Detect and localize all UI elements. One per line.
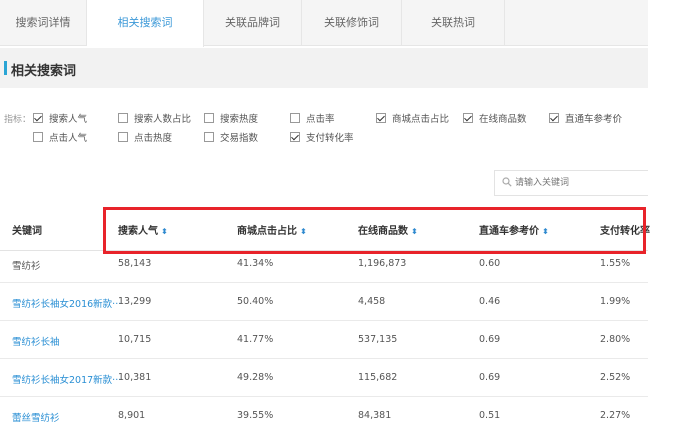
keyword-link[interactable]: 蕾丝雪纺衫 [12, 410, 60, 424]
mall-click-share-cell: 50.40% [237, 296, 274, 307]
mall-click-share-cell: 41.77% [237, 334, 274, 345]
pay-conversion-cell: 2.52% [600, 372, 631, 383]
keyword-link[interactable]: 雪纺衫长袖女2016新款··· [12, 296, 121, 310]
ztc-ref-price-cell: 0.46 [479, 296, 501, 307]
pay-conversion-cell: 1.55% [600, 258, 631, 269]
search-popularity-cell: 8,901 [118, 410, 146, 421]
section-accent-bar [4, 61, 7, 75]
tab-related-search-terms[interactable]: 相关搜索词 [87, 0, 204, 47]
search-popularity-cell: 13,299 [118, 296, 152, 307]
ztc-ref-price-cell: 0.69 [479, 334, 501, 345]
column-header-pay-conversion[interactable]: 支付转化率 [600, 222, 650, 237]
checkbox-icon [290, 132, 300, 142]
mall-click-share-cell: 41.34% [237, 258, 274, 269]
table-row[interactable]: 雪纺衫 58,143 41.34% 1,196,873 0.60 1.55% [0, 245, 648, 283]
mall-click-share-cell: 49.28% [237, 372, 274, 383]
checkbox-icon [290, 113, 300, 123]
sort-icon: ⬍ [300, 227, 307, 236]
column-header-search-popularity[interactable]: 搜索人气 ⬍ [118, 222, 168, 237]
pay-conversion-cell: 1.99% [600, 296, 631, 307]
sort-icon: ⬍ [161, 227, 168, 236]
column-header-mall-click-share[interactable]: 商城点击占比 ⬍ [237, 222, 307, 237]
checkbox-click-heat[interactable]: 点击热度 [118, 130, 172, 144]
online-products-cell: 537,135 [358, 334, 398, 345]
checkbox-search-heat[interactable]: 搜索热度 [204, 111, 258, 125]
checkbox-trade-index[interactable]: 交易指数 [204, 130, 258, 144]
tab-related-modifier-terms[interactable]: 关联修饰词 [302, 0, 402, 46]
tab-related-brand-terms[interactable]: 关联品牌词 [204, 0, 302, 46]
checkbox-pay-conversion[interactable]: 支付转化率 [290, 130, 354, 144]
keyword-search [494, 170, 648, 196]
keyword-link[interactable]: 雪纺衫长袖 [12, 334, 60, 348]
checkbox-searcher-share[interactable]: 搜索人数占比 [118, 111, 191, 125]
checkbox-icon [33, 132, 43, 142]
checkbox-mall-click-share[interactable]: 商城点击占比 [376, 111, 449, 125]
checkbox-icon [204, 132, 214, 142]
checkbox-online-products[interactable]: 在线商品数 [463, 111, 527, 125]
search-input[interactable] [515, 175, 643, 191]
online-products-cell: 4,458 [358, 296, 386, 307]
table-row[interactable]: 蕾丝雪纺衫 8,901 39.55% 84,381 0.51 2.27% [0, 397, 648, 424]
online-products-cell: 115,682 [358, 372, 398, 383]
metric-filters: 指标： 搜索人气 搜索人数占比 搜索热度 点击率 商城点击占比 在线商品数 直通… [0, 108, 648, 154]
checkbox-icon [118, 132, 128, 142]
section-title: 相关搜索词 [11, 64, 77, 79]
pay-conversion-cell: 2.27% [600, 410, 631, 421]
checkbox-click-popularity[interactable]: 点击人气 [33, 130, 87, 144]
filter-label: 指标： [4, 115, 32, 125]
section-header: 相关搜索词 [0, 48, 648, 88]
search-popularity-cell: 10,381 [118, 372, 152, 383]
table-row[interactable]: 雪纺衫长袖 10,715 41.77% 537,135 0.69 2.80% [0, 321, 648, 359]
ztc-ref-price-cell: 0.69 [479, 372, 501, 383]
sort-icon: ⬍ [542, 227, 549, 236]
checkbox-icon [463, 113, 473, 123]
table-row[interactable]: 雪纺衫长袖女2016新款··· 13,299 50.40% 4,458 0.46… [0, 283, 648, 321]
checkbox-icon [376, 113, 386, 123]
sort-icon: ⬍ [411, 227, 418, 236]
ztc-ref-price-cell: 0.60 [479, 258, 501, 269]
online-products-cell: 1,196,873 [358, 258, 407, 269]
mall-click-share-cell: 39.55% [237, 410, 274, 421]
checkbox-icon [33, 113, 43, 123]
checkbox-search-popularity[interactable]: 搜索人气 [33, 111, 87, 125]
search-popularity-cell: 58,143 [118, 258, 152, 269]
column-header-ztc-ref-price[interactable]: 直通车参考价 ⬍ [479, 222, 549, 237]
keyword-cell: 雪纺衫 [12, 261, 41, 272]
table-row[interactable]: 雪纺衫长袖女2017新款··· 10,381 49.28% 115,682 0.… [0, 359, 648, 397]
checkbox-icon [204, 113, 214, 123]
checkbox-icon [549, 113, 559, 123]
tab-bar: 搜索词详情 相关搜索词 关联品牌词 关联修饰词 关联热词 [0, 0, 648, 47]
search-icon [502, 177, 512, 187]
tab-related-hot-terms[interactable]: 关联热词 [402, 0, 505, 46]
keyword-link[interactable]: 雪纺衫长袖女2017新款··· [12, 372, 121, 386]
ztc-ref-price-cell: 0.51 [479, 410, 501, 421]
tab-search-term-details[interactable]: 搜索词详情 [0, 0, 87, 46]
search-popularity-cell: 10,715 [118, 334, 152, 345]
column-header-online-products[interactable]: 在线商品数 ⬍ [358, 222, 418, 237]
pay-conversion-cell: 2.80% [600, 334, 631, 345]
checkbox-ztc-ref-price[interactable]: 直通车参考价 [549, 111, 622, 125]
online-products-cell: 84,381 [358, 410, 392, 421]
checkbox-icon [118, 113, 128, 123]
column-header-keyword: 关键词 [12, 226, 42, 237]
checkbox-click-rate[interactable]: 点击率 [290, 111, 335, 125]
